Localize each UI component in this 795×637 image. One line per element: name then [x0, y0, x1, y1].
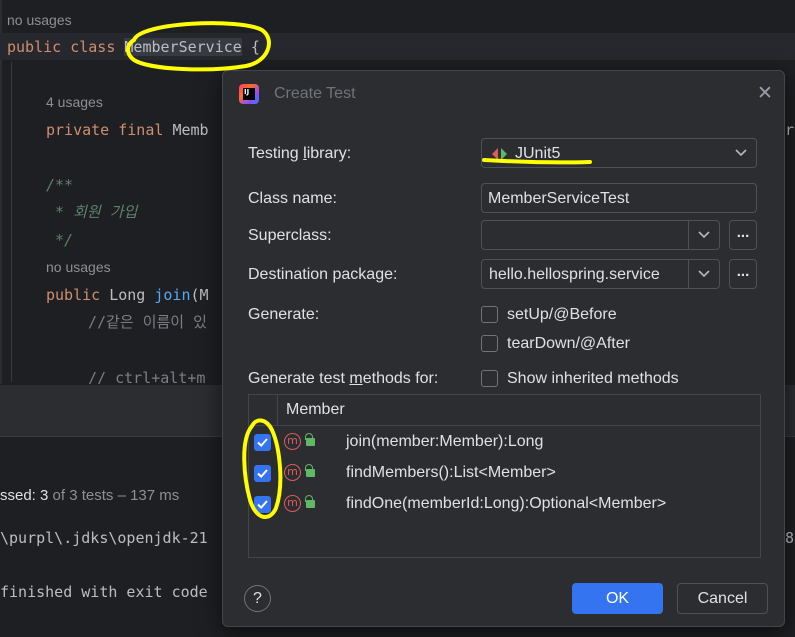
class-name-label: Class name: [248, 190, 337, 207]
destination-package-value: hello.hellospring.service [489, 266, 660, 283]
divider [277, 395, 278, 426]
ok-button[interactable]: OK [572, 583, 663, 614]
junit-icon [492, 148, 507, 160]
superclass-label: Superclass: [248, 227, 332, 244]
keyword: final [118, 121, 164, 139]
table-row[interactable]: m join(member:Member):Long [249, 427, 760, 458]
cancel-button[interactable]: Cancel [677, 583, 768, 614]
setup-checkbox-label[interactable]: setUp/@Before [507, 305, 617, 325]
destination-package-label: Destination package: [248, 266, 398, 283]
class-name-value: MemberServiceTest [488, 190, 630, 207]
superclass-combo[interactable] [481, 220, 720, 250]
chevron-down-icon[interactable] [689, 260, 719, 288]
method-checkbox[interactable] [254, 465, 271, 482]
intellij-logo-icon: IJ [239, 84, 259, 104]
lock-icon [305, 495, 315, 508]
testing-library-value: JUnit5 [515, 145, 561, 162]
mnemonic-char: m [349, 370, 363, 387]
class-name-input[interactable]: MemberServiceTest [481, 183, 757, 213]
show-inherited-checkbox[interactable] [481, 370, 498, 387]
indent-guide [11, 62, 12, 382]
label-part: Testing [248, 145, 304, 162]
type-name: Memb [172, 121, 209, 139]
passed-label: ssed: [0, 487, 36, 504]
table-header: Member [249, 395, 760, 426]
usages-hint[interactable]: no usages [7, 11, 72, 29]
code-comment: //같은 이름이 있 [88, 313, 207, 331]
table-row[interactable]: m findMembers():List<Member> [249, 458, 760, 489]
keyword: public [7, 38, 62, 56]
chevron-down-icon [726, 139, 756, 167]
brace: { [250, 38, 260, 56]
console-exit-line: finished with exit code [0, 583, 208, 601]
keyword: private [46, 121, 110, 139]
testing-library-dropdown[interactable]: JUnit5 [481, 138, 757, 168]
method-icon: m [284, 464, 301, 481]
show-inherited-label[interactable]: Show inherited methods [507, 369, 679, 389]
method-checkbox[interactable] [254, 496, 271, 513]
teardown-checkbox-label[interactable]: tearDown/@After [507, 334, 630, 354]
class-name[interactable]: MemberService [124, 38, 242, 56]
label-part: ethods for: [362, 370, 439, 387]
methods-table: Member m join(member:Member):Long m find… [248, 394, 761, 558]
method-declaration-line: public Long join(M [46, 286, 209, 304]
methods-for-label: Generate test methods for: [248, 369, 438, 389]
doc-comment-body: * 회원 가입 [46, 203, 138, 221]
field-declaration-line: private final Memb [46, 121, 209, 139]
generate-label: Generate: [248, 306, 320, 323]
console-command-line: \purpl\.jdks\openjdk-21 [0, 529, 208, 547]
truncated-code: r [785, 121, 795, 139]
testing-library-label: Testing library: [248, 144, 351, 164]
lock-icon [305, 433, 315, 446]
usages-hint[interactable]: no usages [46, 258, 111, 276]
dialog-title: Create Test [274, 85, 356, 102]
table-row[interactable]: m findOne(memberId:Long):Optional<Member… [249, 489, 760, 520]
keyword: public [46, 286, 101, 304]
method-icon: m [284, 495, 301, 512]
passed-detail: of 3 tests – 137 ms [52, 487, 180, 504]
param-start: (M [190, 286, 209, 304]
close-icon[interactable]: ✕ [754, 83, 776, 105]
test-status: ssed: 3 of 3 tests – 137 ms [0, 487, 179, 505]
browse-package-button[interactable]: ... [729, 259, 757, 289]
browse-superclass-button[interactable]: ... [729, 220, 757, 250]
label-part: ibrary: [306, 145, 352, 162]
create-test-dialog: IJ Create Test ✕ Testing library: JUnit5… [222, 70, 785, 627]
passed-count: 3 [40, 487, 49, 504]
help-button[interactable]: ? [244, 585, 271, 612]
lock-icon [305, 464, 315, 477]
table-header-member: Member [286, 401, 345, 418]
destination-package-combo[interactable]: hello.hellospring.service [481, 259, 720, 289]
chevron-down-icon[interactable] [689, 221, 719, 249]
doc-comment-close: */ [46, 231, 74, 249]
method-label: join(member:Member):Long [346, 433, 544, 450]
doc-comment-open: /** [46, 176, 74, 194]
setup-checkbox[interactable] [481, 306, 498, 323]
usages-hint[interactable]: 4 usages [46, 93, 103, 111]
method-checkbox[interactable] [254, 434, 271, 451]
label-part: Generate test [248, 370, 350, 387]
teardown-checkbox[interactable] [481, 335, 498, 352]
method-label: findOne(memberId:Long):Optional<Member> [346, 495, 667, 512]
method-icon: m [284, 433, 301, 450]
class-declaration-line: public class MemberService { [7, 38, 260, 56]
method-label: findMembers():List<Member> [346, 464, 556, 481]
method-name: join [154, 286, 191, 304]
type-name: Long [109, 286, 146, 304]
keyword: class [70, 38, 116, 56]
